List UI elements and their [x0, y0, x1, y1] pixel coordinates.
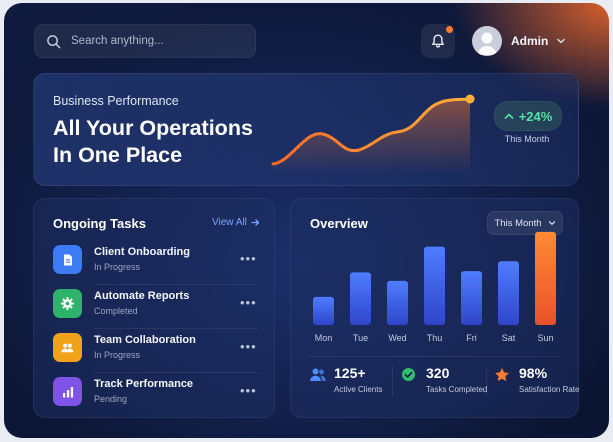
hero-trend-chart	[271, 94, 475, 174]
bar-thu	[424, 246, 445, 325]
bar-fri	[461, 271, 482, 325]
chevron-down-icon	[557, 38, 566, 44]
task-name: Automate Reports	[94, 290, 190, 302]
view-all-link[interactable]: View All	[212, 217, 260, 228]
notifications-button[interactable]	[421, 24, 455, 58]
bar-mon	[313, 296, 334, 325]
stat-value: 320	[426, 365, 450, 381]
ongoing-tasks-card: Ongoing Tasks View All Client Onboarding…	[33, 198, 275, 418]
users-icon	[310, 368, 326, 381]
view-all-label: View All	[212, 217, 247, 228]
divider	[94, 328, 258, 329]
task-item[interactable]: Client Onboarding In Progress •••	[53, 242, 258, 285]
overview-card: Overview This Month Mon Tue Wed Thu Fri Sat Su…	[290, 198, 579, 418]
task-name: Team Collaboration	[94, 334, 196, 346]
divider	[94, 284, 258, 285]
stat-value: 125+	[334, 365, 366, 381]
overview-bar-chart: Mon Tue Wed Thu Fri Sat Sun	[313, 231, 556, 343]
task-item[interactable]: Team Collaboration In Progress •••	[53, 330, 258, 373]
notification-dot	[446, 26, 453, 33]
more-options-icon[interactable]: •••	[240, 339, 257, 354]
user-menu[interactable]: Admin	[472, 25, 566, 57]
stat-label: Tasks Completed	[426, 385, 488, 394]
task-item[interactable]: Track Performance Pending •••	[53, 374, 258, 412]
divider	[94, 372, 258, 373]
search-bar[interactable]	[34, 24, 256, 58]
trend-up-icon	[504, 113, 513, 119]
growth-badge: +24%	[494, 101, 562, 131]
bar-sat	[498, 261, 519, 325]
stat-label: Satisfaction Rate	[519, 385, 580, 394]
user-name: Admin	[511, 34, 549, 48]
stat-label: Active Clients	[334, 385, 383, 394]
hero-title-line-2: In One Place	[53, 143, 183, 167]
dashboard-window: Admin Business Performance All Your Oper…	[4, 3, 609, 438]
bar-chart-icon	[53, 377, 82, 406]
document-icon	[53, 245, 82, 274]
more-options-icon[interactable]: •••	[240, 251, 257, 266]
hero-kicker: Business Performance	[53, 94, 179, 108]
x-tick-label: Tue	[353, 333, 368, 343]
hero-title-line-1: All Your Operations	[53, 116, 253, 140]
task-status: Completed	[94, 306, 138, 316]
tasks-title: Ongoing Tasks	[53, 216, 146, 231]
growth-period: This Month	[504, 134, 550, 144]
task-status: In Progress	[94, 350, 141, 360]
more-options-icon[interactable]: •••	[240, 295, 257, 310]
growth-value: +24%	[518, 108, 553, 124]
x-tick-label: Sun	[537, 333, 553, 343]
task-status: In Progress	[94, 262, 141, 272]
divider	[308, 356, 561, 357]
task-item[interactable]: Automate Reports Completed •••	[53, 286, 258, 329]
bell-icon	[432, 34, 444, 48]
task-status: Pending	[94, 394, 128, 404]
search-input[interactable]	[69, 34, 253, 48]
star-icon	[495, 368, 509, 382]
user-avatar-icon	[477, 32, 497, 55]
task-name: Track Performance	[94, 378, 194, 390]
x-tick-label: Thu	[427, 333, 443, 343]
check-circle-icon	[402, 368, 415, 381]
stat-value: 98%	[519, 365, 548, 381]
divider	[392, 366, 393, 396]
arrow-right-icon	[251, 219, 259, 226]
hero-trend-endpoint	[465, 94, 475, 104]
divider	[486, 366, 487, 396]
x-tick-label: Wed	[388, 333, 406, 343]
x-tick-label: Mon	[315, 333, 333, 343]
more-options-icon[interactable]: •••	[240, 383, 257, 398]
task-name: Client Onboarding	[94, 246, 190, 258]
bar-sun	[535, 231, 556, 325]
search-icon	[47, 34, 61, 48]
avatar	[472, 26, 502, 56]
hero-title: All Your Operations In One Place	[53, 115, 253, 169]
team-icon	[53, 333, 82, 362]
gear-icon	[53, 289, 82, 318]
business-performance-card: Business Performance All Your Operations…	[33, 73, 579, 186]
bar-tue	[350, 272, 371, 325]
x-tick-label: Fri	[466, 333, 477, 343]
x-tick-label: Sat	[502, 333, 516, 343]
bar-wed	[387, 280, 408, 325]
